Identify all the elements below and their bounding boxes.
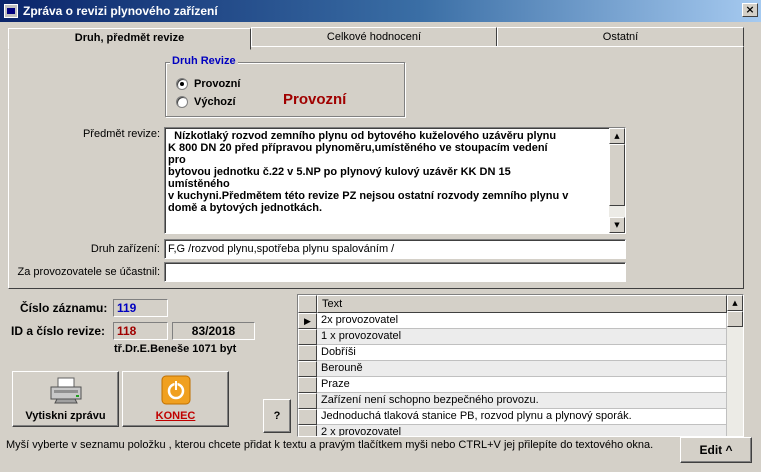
selected-revize-display: Provozní [283,91,347,108]
edit-button[interactable]: Edit ^ [680,437,752,463]
grid-corner [298,295,317,313]
row-selector[interactable] [298,345,317,361]
ucastnil-input[interactable] [164,262,626,282]
help-button[interactable]: ? [263,399,291,433]
title-bar: Zpráva o revizi plynového zařízení × [0,0,761,22]
druh-revize-group: Druh Revize Provozní Výchozí Provozní [165,55,405,117]
table-cell[interactable]: Dobříši [317,345,727,361]
window-title: Zpráva o revizi plynového zařízení [23,4,218,18]
tab-strip: Druh, předmět revize Celkové hodnocení O… [8,27,744,50]
predmet-text: Nízkotlaký rozvod zemního plynu od bytov… [168,130,569,214]
table-cell[interactable]: 2x provozovatel [317,313,727,329]
status-hint: Myší vyberte v seznamu položku , kterou … [6,439,654,451]
grid-scroll-up-icon[interactable]: ▲ [727,295,743,311]
table-cell[interactable]: Zařízení není schopno bezpečného provozu… [317,393,727,409]
phrase-grid: Text ▶ 2x provozovatel 1 x provozovatel D… [297,294,744,437]
grid-rows: ▶ 2x provozovatel 1 x provozovatel Dobříš… [298,313,727,436]
radio-checked-icon[interactable] [176,78,188,90]
print-report-button[interactable]: Vytiskni zprávu [12,371,119,427]
druh-zarizeni-input[interactable]: F,G /rozvod plynu,spotřeba plynu spalová… [164,239,626,259]
grid-scroll-thumb[interactable] [727,311,743,327]
druh-revize-legend: Druh Revize [170,55,238,67]
tab-celkove-hodnoceni[interactable]: Celkové hodnocení [251,27,497,47]
radio-provozni-label: Provozní [194,78,241,90]
cislo-revize-value: 83/2018 [172,322,255,340]
grid-scrollbar[interactable]: ▲ [727,295,743,436]
row-selector[interactable] [298,329,317,345]
end-button[interactable]: KONEC [122,371,229,427]
table-row[interactable]: Zařízení není schopno bezpečného provozu… [298,393,727,409]
app-icon [4,4,18,18]
row-selector[interactable] [298,425,317,436]
scroll-thumb[interactable] [609,144,625,206]
address-text: tř.Dr.E.Beneše 1071 byt [114,343,237,355]
power-icon [161,375,190,405]
druh-zarizeni-label: Druh zařízení: [90,243,160,255]
table-cell[interactable]: Praze [317,377,727,393]
radio-unchecked-icon[interactable] [176,96,188,108]
table-row[interactable]: Berouně [298,361,727,377]
scroll-up-icon[interactable]: ▲ [609,128,625,144]
row-selector[interactable] [298,361,317,377]
cislo-zaznamu-value: 119 [113,299,168,317]
table-cell[interactable]: 1 x provozovatel [317,329,727,345]
table-row[interactable]: ▶ 2x provozovatel [298,313,727,329]
table-row[interactable]: Praze [298,377,727,393]
radio-vychozi[interactable]: Výchozí [176,96,236,108]
table-row[interactable]: 2 x provozovatel [298,425,727,436]
tab-druh-predmet[interactable]: Druh, předmět revize [8,28,251,50]
row-selector[interactable] [298,409,317,425]
tab-ostatni[interactable]: Ostatní [497,27,744,47]
ucastnil-label: Za provozovatele se účastnil: [17,266,160,278]
table-row[interactable]: 1 x provozovatel [298,329,727,345]
row-selector[interactable] [298,377,317,393]
close-button[interactable]: × [742,3,758,17]
table-row[interactable]: Dobříši [298,345,727,361]
predmet-scrollbar[interactable]: ▲ ▼ [609,128,625,233]
table-cell[interactable]: 2 x provozovatel [317,425,727,436]
grid-col-text[interactable]: Text [317,295,727,313]
current-row-icon[interactable]: ▶ [298,313,317,329]
table-cell[interactable]: Jednoduchá tlaková stanice PB, rozvod pl… [317,409,727,425]
radio-provozni[interactable]: Provozní [176,78,240,90]
print-report-label: Vytiskni zprávu [25,410,106,422]
printer-icon [50,377,81,404]
predmet-textarea[interactable]: Nízkotlaký rozvod zemního plynu od bytov… [164,127,626,234]
grid-header: Text [298,295,727,313]
table-row[interactable]: Jednoduchá tlaková stanice PB, rozvod pl… [298,409,727,425]
scroll-down-icon[interactable]: ▼ [609,217,625,233]
cislo-zaznamu-label: Číslo záznamu: [20,301,108,315]
row-selector[interactable] [298,393,317,409]
id-revize-label: ID a číslo revize: [11,324,106,338]
table-cell[interactable]: Berouně [317,361,727,377]
predmet-label: Předmět revize: [82,128,160,140]
radio-vychozi-label: Výchozí [194,96,236,108]
id-value: 118 [113,322,168,340]
end-label: KONEC [155,410,196,422]
